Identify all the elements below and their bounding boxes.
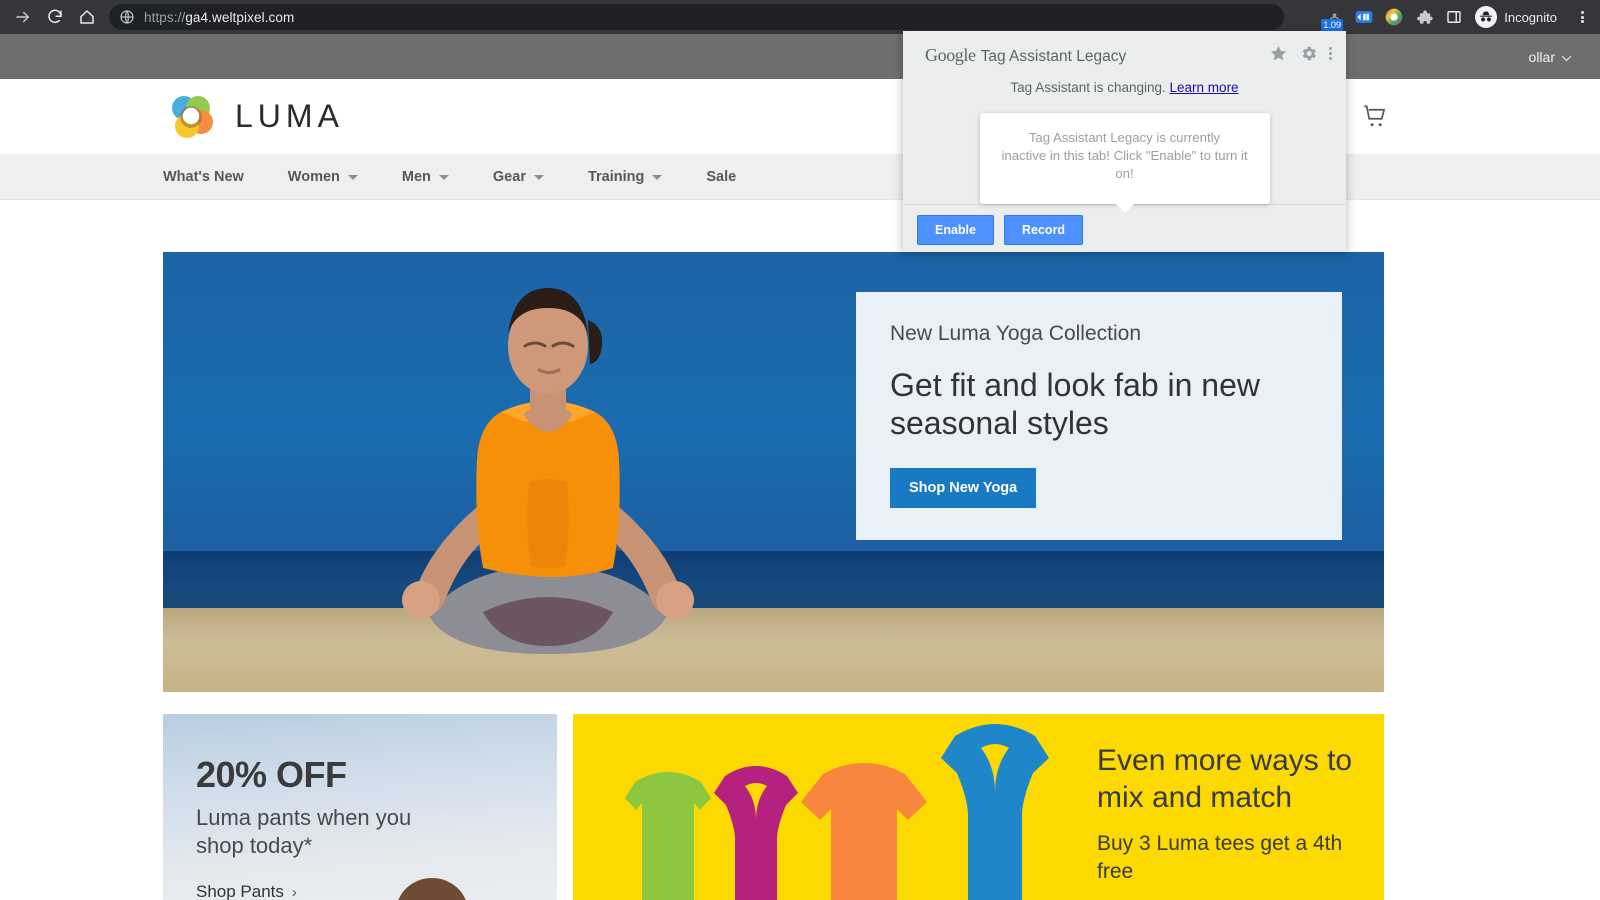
yoga-model-illustration	[402, 288, 694, 654]
main-navigation: What's New Women Men Gear Training Sale	[0, 154, 1600, 200]
tag-assistant-tooltip: Tag Assistant Legacy is currently inacti…	[979, 113, 1270, 213]
promo-tees-headline: Even more ways to mix and match	[1097, 744, 1353, 814]
tag-assistant-header-actions	[1269, 44, 1332, 63]
nav-item-women[interactable]: Women	[288, 169, 382, 185]
hero-banner[interactable]: New Luma Yoga Collection Get fit and loo…	[163, 252, 1384, 692]
toolbar-extensions: 1.09 Incognito	[1319, 0, 1596, 34]
currency-label: ollar	[1528, 48, 1555, 65]
browser-nav-buttons	[0, 2, 102, 32]
nav-label: Sale	[706, 168, 737, 185]
nav-item-training[interactable]: Training	[588, 169, 686, 185]
side-panel-icon[interactable]	[1439, 2, 1469, 32]
learn-more-link[interactable]: Learn more	[1170, 80, 1239, 95]
luma-wordmark: LUMA	[235, 98, 344, 134]
google-wordmark: Google	[925, 45, 976, 65]
site-topbar: ollar	[0, 34, 1600, 79]
enable-button[interactable]: Enable	[917, 215, 994, 245]
nav-label: Training	[587, 168, 645, 185]
hero-text-card: New Luma Yoga Collection Get fit and loo…	[856, 292, 1342, 540]
record-button[interactable]: Record	[1004, 215, 1084, 245]
extensions-puzzle-icon[interactable]	[1409, 2, 1439, 32]
tag-assistant-product-name: Tag Assistant Legacy	[980, 48, 1127, 65]
promo-pants-card[interactable]: 20% OFF Luma pants when you shop today* …	[163, 714, 557, 900]
shop-pants-label: Shop Pants	[196, 882, 284, 900]
shopping-cart-icon[interactable]	[1362, 103, 1390, 131]
shop-new-yoga-button[interactable]: Shop New Yoga	[890, 468, 1037, 508]
extension-color-ring-icon[interactable]	[1379, 2, 1409, 32]
incognito-indicator[interactable]: Incognito	[1471, 3, 1568, 31]
chevron-right-icon: ›	[291, 883, 297, 900]
nav-label: What's New	[163, 168, 244, 185]
luma-logo-link[interactable]: LUMA	[163, 89, 344, 145]
tees-illustration	[573, 714, 1073, 900]
nav-label: Men	[401, 168, 431, 185]
browser-toolbar: https://ga4.weltpixel.com 1.09 Incognito	[0, 0, 1600, 34]
incognito-avatar-icon	[1475, 6, 1498, 28]
chevron-down-icon	[1561, 49, 1572, 65]
nav-label: Gear	[492, 168, 526, 185]
promo-tees-copy: Even more ways to mix and match Buy 3 Lu…	[1073, 714, 1384, 900]
nav-item-men[interactable]: Men	[402, 169, 473, 185]
chevron-down-icon	[438, 175, 449, 180]
tag-assistant-header: Google Tag Assistant Legacy	[903, 31, 1346, 66]
tag-assistant-notice-text: Tag Assistant is changing.	[1010, 80, 1166, 95]
tag-assistant-body: Tag Assistant Legacy is currently inacti…	[903, 95, 1346, 213]
tag-assistant-popup[interactable]: Google Tag Assistant Legacy Tag Assistan…	[903, 31, 1346, 252]
reload-icon[interactable]	[40, 2, 70, 32]
promo-tees-subline: Buy 3 Luma tees get a 4th free	[1097, 832, 1343, 883]
luma-logo-icon	[163, 89, 219, 145]
page-viewport: ollar LUMA What's New Women Men Gear Tra…	[0, 34, 1600, 900]
hero-title: Get fit and look fab in new seasonal sty…	[890, 367, 1260, 441]
nav-item-gear[interactable]: Gear	[493, 169, 568, 185]
nav-item-whats-new[interactable]: What's New	[163, 169, 268, 185]
address-bar-url: https://ga4.weltpixel.com	[144, 9, 295, 25]
promo-tees-card[interactable]: Even more ways to mix and match Buy 3 Lu…	[573, 714, 1384, 900]
tooltip-line-2: inactive in this tab! Click "Enable" to …	[1001, 148, 1248, 181]
tooltip-line-1: Tag Assistant Legacy is currently	[1028, 130, 1221, 145]
promo-pants-model	[398, 878, 466, 900]
extension-tag-assistant-icon[interactable]: 1.09	[1319, 2, 1349, 32]
forward-arrow-icon[interactable]	[8, 2, 38, 32]
incognito-label: Incognito	[1504, 9, 1557, 25]
nav-item-sale[interactable]: Sale	[706, 169, 760, 185]
site-header: LUMA	[0, 79, 1600, 154]
globe-icon	[119, 9, 135, 25]
kebab-menu-icon[interactable]	[1328, 45, 1332, 63]
chevron-down-icon	[652, 175, 663, 180]
chevron-down-icon	[533, 175, 544, 180]
star-icon[interactable]	[1269, 44, 1288, 63]
currency-switcher[interactable]: ollar	[1529, 49, 1572, 65]
tag-assistant-notice: Tag Assistant is changing. Learn more	[903, 80, 1346, 95]
tag-assistant-brand: Google Tag Assistant Legacy	[925, 45, 1126, 66]
nav-label: Women	[287, 168, 340, 185]
promo-pants-headline: 20% OFF	[196, 754, 347, 795]
gear-icon[interactable]	[1299, 44, 1318, 63]
address-bar[interactable]: https://ga4.weltpixel.com	[109, 4, 1284, 30]
promo-row: 20% OFF Luma pants when you shop today* …	[163, 714, 1384, 900]
hero-eyebrow: New Luma Yoga Collection	[890, 322, 1141, 345]
home-icon[interactable]	[72, 2, 102, 32]
chevron-down-icon	[347, 175, 358, 180]
browser-menu-icon[interactable]	[1568, 2, 1596, 32]
extension-gtm-icon[interactable]	[1349, 2, 1379, 32]
